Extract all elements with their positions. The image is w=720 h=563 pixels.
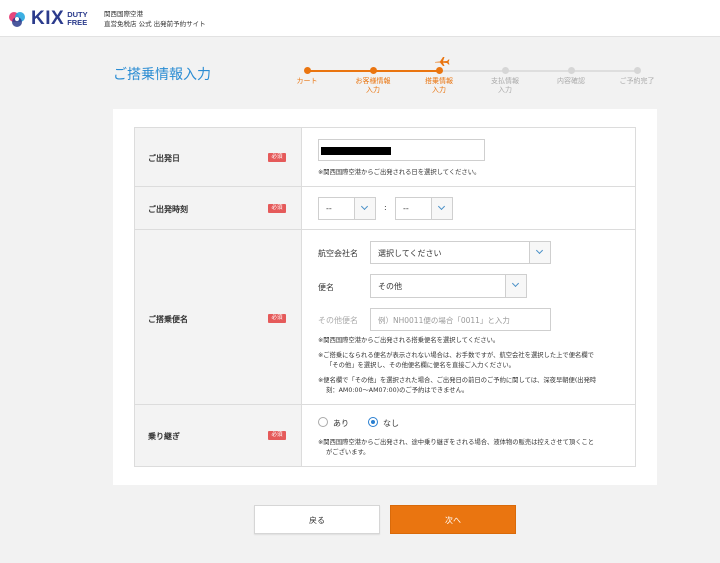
airline-select-value: 選択してください [378, 249, 442, 258]
minute-select-button[interactable] [431, 198, 452, 219]
required-badge: 必須 [268, 314, 286, 323]
required-badge: 必須 [268, 204, 286, 213]
row-flight: ご搭乗便名 必須 航空会社名 選択してください 便名 その他 その他便名 例）N… [135, 230, 635, 405]
flight-number-select-value: その他 [378, 282, 402, 291]
transit-note-b: がございます。 [326, 448, 370, 456]
flight-number-select-button[interactable] [505, 275, 526, 297]
required-badge: 必須 [268, 153, 286, 162]
other-flight-label: その他便名 [318, 316, 358, 325]
transit-no-radio[interactable] [368, 417, 378, 427]
kix-logo-icon [6, 8, 28, 30]
back-button[interactable]: 戻る [254, 505, 380, 534]
flight-label: ご搭乗便名 [148, 315, 188, 324]
departure-time-label: ご出発時刻 [148, 205, 188, 214]
label-cell-transit: 乗り継ぎ 必須 [135, 405, 302, 466]
logo-duty-free: DUTY FREE [67, 10, 88, 28]
progress-step-flight: 搭乗情報 入力 [425, 77, 453, 94]
logo-kix-text: KIX [31, 8, 65, 29]
departure-hour-select[interactable]: -- [318, 197, 376, 220]
progress-dot-confirm [567, 67, 575, 74]
hour-select-value: -- [326, 204, 332, 213]
flight-note-1: ※関西国際空港からご出発される搭乗便名を選択してください。 [318, 337, 500, 344]
progress-dot-flight [435, 67, 443, 74]
progress-step-complete: ご予約完了 [619, 77, 655, 85]
next-button[interactable]: 次へ [390, 505, 516, 534]
airline-select[interactable]: 選択してください [370, 241, 551, 264]
transit-no-label[interactable]: なし [383, 418, 399, 429]
label-cell-departure-time: ご出発時刻 必須 [135, 187, 302, 229]
progress-line-todo [439, 70, 637, 72]
progress-step-payment: 支払情報 入力 [491, 77, 519, 94]
redacted-date-value [321, 147, 391, 155]
flight-note-2a: ※ご搭乗になられる便名が表示されない場合は、お手数ですが、航空会社を選択した上で… [318, 352, 594, 359]
minute-select-value: -- [403, 204, 409, 213]
checkout-progress: カート お客様情報 入力 搭乗情報 入力 支払情報 入力 内容確認 ご予約完了 [275, 56, 655, 96]
row-transit: 乗り継ぎ 必須 あり なし ※関西国際空港からご出発され、途中乗り継ぎをされる場… [135, 405, 635, 466]
site-header: KIX DUTY FREE 関西国際空港 直営免税店 公式 出発前予約サイト [0, 0, 720, 37]
departure-date-label: ご出発日 [148, 154, 180, 163]
transit-yes-label[interactable]: あり [333, 418, 349, 429]
logo-free: FREE [67, 18, 88, 27]
hour-select-button[interactable] [354, 198, 375, 219]
departure-date-note: ※関西国際空港からご出発される日を選択してください。 [318, 169, 481, 176]
value-cell-transit: あり なし ※関西国際空港からご出発され、途中乗り継ぎをされる場合、液体物の販売… [302, 405, 635, 466]
progress-dot-cart [303, 67, 311, 74]
other-flight-input[interactable]: 例）NH0011便の場合「0011」と入力 [370, 308, 551, 331]
progress-step-customer: お客様情報 入力 [355, 77, 391, 94]
row-departure-time: ご出発時刻 必須 -- : -- [135, 187, 635, 230]
required-badge: 必須 [268, 431, 286, 440]
progress-step-confirm: 内容確認 [557, 77, 585, 85]
header-subtitle: 関西国際空港 直営免税店 公式 出発前予約サイト [104, 9, 206, 29]
progress-step-cart: カート [296, 77, 318, 85]
label-cell-flight: ご搭乗便名 必須 [135, 230, 302, 404]
flight-note-2b: 「その他」を選択し、その他便名欄に便名を直接ご入力ください。 [326, 361, 515, 369]
value-cell-departure-date: ※関西国際空港からご出発される日を選択してください。 [302, 128, 635, 186]
flight-number-label: 便名 [318, 283, 334, 292]
airline-label: 航空会社名 [318, 249, 358, 258]
header-sub-line1: 関西国際空港 [104, 10, 143, 18]
chevron-down-icon [511, 279, 520, 288]
airplane-icon [435, 57, 450, 66]
transit-yes-radio[interactable] [318, 417, 328, 427]
progress-dot-payment [501, 67, 509, 74]
progress-dot-complete [633, 67, 641, 74]
airline-select-button[interactable] [529, 242, 550, 263]
row-departure-date: ご出発日 必須 ※関西国際空港からご出発される日を選択してください。 [135, 128, 635, 187]
other-flight-placeholder: 例）NH0011便の場合「0011」と入力 [378, 316, 510, 325]
value-cell-flight: 航空会社名 選択してください 便名 その他 その他便名 例）NH0011便の場合… [302, 230, 635, 404]
progress-dot-customer [369, 67, 377, 74]
time-separator: : [384, 203, 387, 212]
departure-minute-select[interactable]: -- [395, 197, 453, 220]
chevron-down-icon [360, 202, 369, 211]
label-cell-departure-date: ご出発日 必須 [135, 128, 302, 186]
chevron-down-icon [437, 202, 446, 211]
flight-number-select[interactable]: その他 [370, 274, 527, 298]
boarding-info-form: ご出発日 必須 ※関西国際空港からご出発される日を選択してください。 ご出発時刻… [134, 127, 636, 467]
chevron-down-icon [535, 246, 544, 255]
transit-note-a: ※関西国際空港からご出発され、途中乗り継ぎをされる場合、液体物の販売は控えさせて… [318, 439, 595, 446]
flight-note-3b: 刻：AM0:00～AM07:00)のご予約はできません。 [326, 386, 469, 394]
flight-note-3a: ※便名欄で「その他」を選択された場合、ご出発日の前日のご予約に関しては、深夜早朝… [318, 377, 597, 384]
value-cell-departure-time: -- : -- [302, 187, 635, 229]
transit-label: 乗り継ぎ [148, 432, 180, 441]
page-title: ご搭乗情報入力 [113, 67, 211, 83]
kix-logo[interactable]: KIX DUTY FREE [6, 7, 88, 31]
departure-date-input[interactable] [318, 139, 485, 161]
header-sub-line2: 直営免税店 公式 出発前予約サイト [104, 20, 206, 28]
